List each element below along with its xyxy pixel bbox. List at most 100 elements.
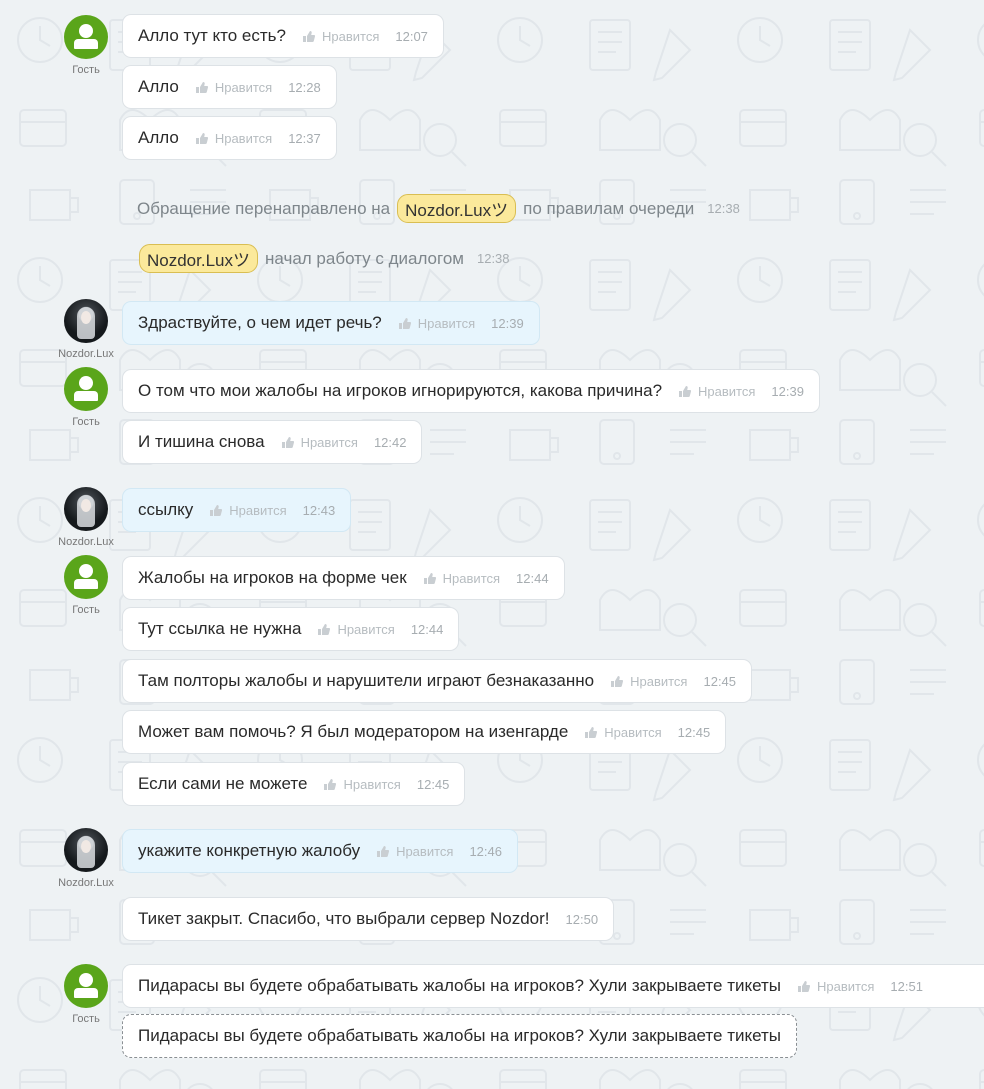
message-text: Пидарасы вы будете обрабатывать жалобы н… [138, 976, 782, 995]
message-bubble-guest: Может вам помочь? Я был модератором на и… [122, 710, 727, 754]
message-text: Тут ссылка не нужна [138, 619, 302, 638]
draft-text: Пидарасы вы будете обрабатывать жалобы н… [138, 1026, 782, 1045]
chat-transcript: Гость Nozdor.Lux Гость Nozdor.Lux Гость … [0, 0, 984, 1089]
message-time: 12:07 [395, 28, 428, 44]
operator-chip[interactable]: Nozdor.Luxツ [139, 244, 258, 273]
message-bubble-guest: Там полторы жалобы и нарушители играют б… [122, 659, 753, 703]
thumbs-up-icon [303, 30, 315, 42]
message-time: 12:50 [565, 911, 599, 927]
like-button[interactable]: Нравится [611, 674, 687, 689]
message-text: укажите конкретную жалобу [138, 841, 361, 860]
message-time: 12:51 [890, 978, 923, 994]
message-text: Здраствуйте, о чем идет речь? [138, 313, 382, 332]
avatar [64, 487, 108, 531]
like-label: Нравится [417, 315, 476, 331]
message-text: ссылку [138, 500, 194, 519]
avatar [64, 555, 108, 599]
like-button[interactable]: Нравится [318, 622, 395, 637]
like-label: Нравится [396, 843, 454, 859]
operator-avatar-block: Nozdor.Lux [55, 828, 117, 889]
like-button[interactable]: Нравится [303, 29, 379, 44]
like-button[interactable]: Нравится [377, 844, 453, 859]
message-time: 12:45 [703, 673, 737, 689]
message-bubble-guest: Тут ссылка не нужна Нравится 12:44 [122, 607, 460, 651]
like-label: Нравится [322, 28, 380, 44]
user-icon [79, 973, 93, 987]
like-button[interactable]: Нравится [798, 979, 874, 994]
message-time: 12:39 [491, 315, 524, 331]
like-button[interactable]: Нравится [423, 571, 500, 586]
sender-name: Гость [72, 416, 100, 428]
message-time: 12:37 [288, 130, 321, 146]
guest-avatar-block: Гость [55, 15, 117, 76]
like-button[interactable]: Нравится [585, 724, 662, 740]
thumbs-up-icon [210, 504, 223, 516]
operator-avatar-block: Nozdor.Lux [55, 487, 117, 548]
message-text: О том что мои жалобы на игроков игнориру… [138, 381, 663, 400]
system-time: 12:38 [476, 251, 510, 266]
guest-avatar-block: Гость [55, 964, 117, 1025]
thumbs-up-icon [195, 132, 208, 144]
thumbs-up-icon [195, 81, 208, 93]
thumbs-up-icon [611, 675, 624, 687]
like-button[interactable]: Нравится [195, 130, 273, 146]
thumbs-up-icon [585, 726, 598, 738]
draft-message-bubble[interactable]: Пидарасы вы будете обрабатывать жалобы н… [122, 1014, 798, 1058]
message-bubble-guest: Алло Нравится 12:37 [122, 116, 337, 160]
message-text: Жалобы на игроков на форме чек [138, 568, 407, 587]
message-text: Алло [138, 128, 179, 147]
thumbs-up-icon [423, 572, 436, 584]
message-time: 12:45 [677, 724, 711, 740]
avatar [64, 828, 108, 872]
operator-chip[interactable]: Nozdor.Luxツ [397, 194, 517, 223]
system-message-redirect: Обращение перенаправлено на Nozdor.Luxツ … [137, 194, 740, 223]
system-text: начал работу с диалогом [265, 248, 464, 268]
message-time: 12:45 [416, 776, 450, 792]
message-time: 12:44 [410, 621, 444, 637]
thumbs-up-icon [281, 436, 294, 448]
message-bubble-operator: укажите конкретную жалобу Нравится 12:46 [122, 829, 518, 873]
like-button[interactable]: Нравится [195, 79, 273, 95]
system-text: Обращение перенаправлено на [137, 198, 391, 218]
sender-name: Гость [72, 1013, 100, 1025]
message-time: 12:39 [771, 383, 804, 399]
like-button[interactable]: Нравится [679, 384, 755, 399]
message-bubble-guest: Пидарасы вы будете обрабатывать жалобы н… [122, 964, 984, 1008]
message-bubble-guest: И тишина снова Нравится 12:42 [122, 420, 423, 464]
like-label: Нравится [214, 130, 273, 146]
like-label: Нравится [817, 978, 875, 994]
message-bubble-guest: Алло тут кто есть? Нравится 12:07 [122, 14, 444, 58]
user-icon [79, 564, 93, 578]
like-button[interactable]: Нравится [210, 503, 287, 518]
system-time: 12:38 [707, 201, 740, 216]
message-time: 12:46 [469, 843, 502, 859]
guest-avatar-block: Гость [55, 555, 117, 616]
message-text: Алло тут кто есть? [138, 26, 286, 45]
sender-name: Nozdor.Lux [58, 536, 114, 548]
message-bubble-guest: Алло Нравится 12:28 [122, 65, 337, 109]
message-bubble-operator: Здраствуйте, о чем идет речь? Нравится 1… [122, 301, 540, 345]
message-text: И тишина снова [138, 432, 265, 451]
message-bubble-system: Тикет закрыт. Спасибо, что выбрали серве… [122, 897, 615, 941]
operator-avatar-block: Nozdor.Lux [55, 299, 117, 360]
sender-name: Гость [72, 604, 100, 616]
thumbs-up-icon [318, 623, 331, 635]
message-text: Может вам помочь? Я был модератором на и… [138, 722, 569, 741]
message-time: 12:42 [373, 434, 407, 450]
message-text: Если сами не можете [138, 774, 308, 793]
avatar [64, 299, 108, 343]
sender-name: Nozdor.Lux [58, 348, 114, 360]
guest-avatar-block: Гость [55, 367, 117, 428]
like-button[interactable]: Нравится [324, 777, 401, 792]
message-time: 12:43 [302, 502, 336, 518]
message-bubble-guest: Жалобы на игроков на форме чек Нравится … [122, 556, 565, 600]
like-button[interactable]: Нравится [281, 435, 358, 450]
avatar [64, 15, 108, 59]
message-text: Алло [138, 77, 179, 96]
message-bubble-operator: ссылку Нравится 12:43 [122, 488, 352, 532]
thumbs-up-icon [377, 845, 390, 857]
like-label: Нравится [604, 724, 662, 740]
like-button[interactable]: Нравится [398, 315, 476, 331]
thumbs-up-icon [398, 317, 411, 329]
like-label: Нравится [214, 79, 273, 95]
